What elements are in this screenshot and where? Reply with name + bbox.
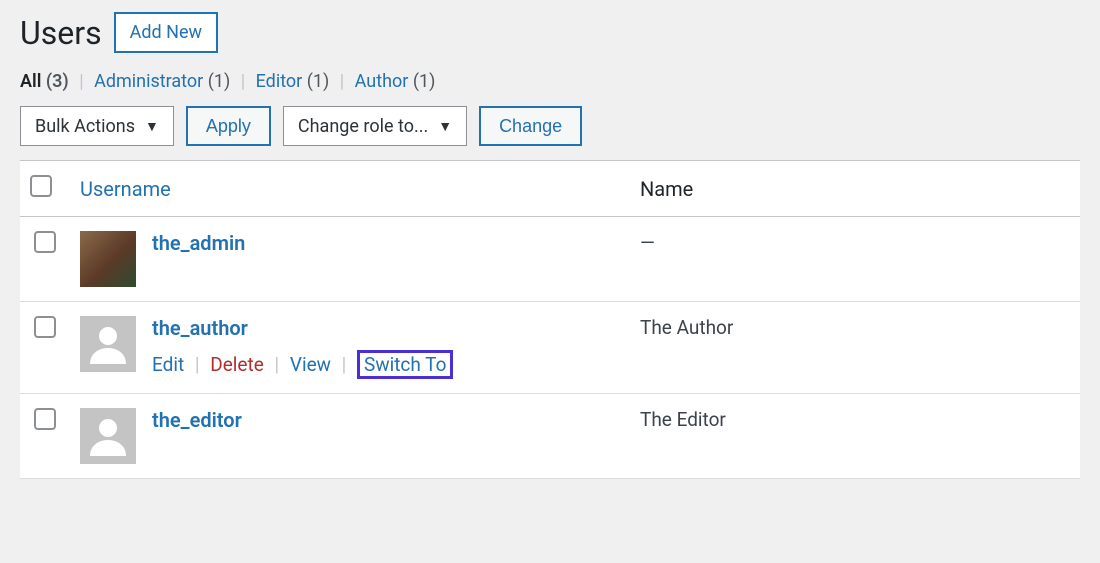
filter-author[interactable]: Author (1) <box>355 71 436 92</box>
filter-editor[interactable]: Editor (1) <box>256 71 334 92</box>
bulk-actions-select[interactable]: Bulk Actions ▼ <box>20 106 174 146</box>
username-link[interactable]: the_editor <box>152 408 242 432</box>
row-checkbox[interactable] <box>34 316 56 338</box>
change-button[interactable]: Change <box>479 106 582 146</box>
table-row: the_author Edit | Delete | View | Switch… <box>20 302 1080 394</box>
avatar <box>80 231 136 287</box>
filter-administrator[interactable]: Administrator (1) <box>94 71 235 92</box>
table-row: the_admin — <box>20 217 1080 302</box>
role-filters: All (3) | Administrator (1) | Editor (1)… <box>20 71 1080 92</box>
page-title: Users <box>20 14 102 52</box>
switch-to-highlight: Switch To <box>357 350 453 379</box>
filter-all[interactable]: All (3) <box>20 71 73 92</box>
row-checkbox[interactable] <box>34 408 56 430</box>
name-cell: The Author <box>630 302 1080 394</box>
avatar <box>80 316 136 372</box>
apply-button[interactable]: Apply <box>186 106 271 146</box>
row-actions: Edit | Delete | View | Switch To <box>152 350 453 379</box>
add-new-button[interactable]: Add New <box>114 12 218 53</box>
switch-to-link[interactable]: Switch To <box>364 353 446 376</box>
table-row: the_editor The Editor <box>20 394 1080 479</box>
name-cell: — <box>630 217 1080 302</box>
name-cell: The Editor <box>630 394 1080 479</box>
edit-link[interactable]: Edit <box>152 353 184 376</box>
row-checkbox[interactable] <box>34 231 56 253</box>
username-link[interactable]: the_admin <box>152 231 245 255</box>
column-name: Name <box>630 161 1080 217</box>
chevron-down-icon: ▼ <box>438 118 452 135</box>
delete-link[interactable]: Delete <box>210 353 264 376</box>
chevron-down-icon: ▼ <box>145 118 159 135</box>
column-username[interactable]: Username <box>70 161 630 217</box>
view-link[interactable]: View <box>290 353 331 376</box>
select-all-checkbox[interactable] <box>30 175 52 197</box>
change-role-select[interactable]: Change role to... ▼ <box>283 106 467 146</box>
username-link[interactable]: the_author <box>152 316 248 340</box>
avatar <box>80 408 136 464</box>
